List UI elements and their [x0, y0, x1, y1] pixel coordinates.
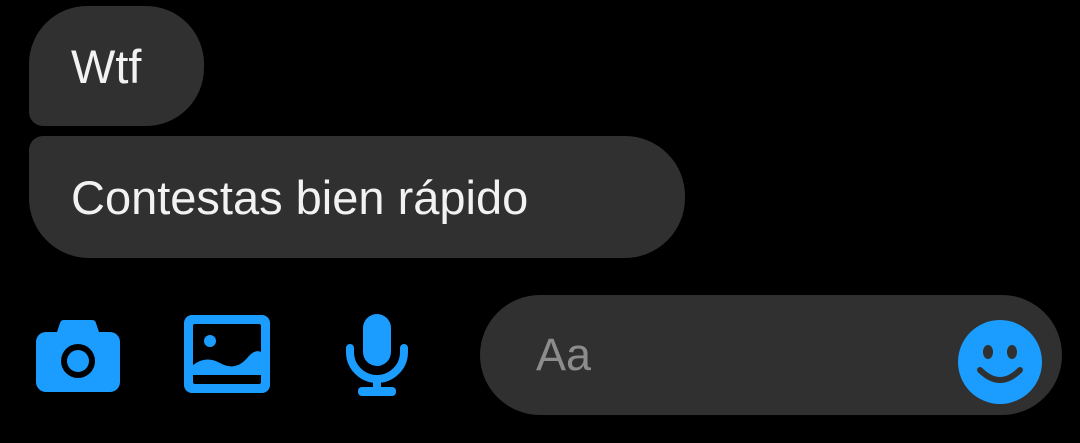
message-text: Wtf: [71, 39, 142, 93]
message-input[interactable]: Aa: [480, 295, 1062, 415]
message-input-placeholder: Aa: [536, 329, 592, 380]
microphone-icon[interactable]: [344, 314, 410, 396]
message-bubble[interactable]: Contestas bien rápido: [29, 136, 685, 258]
message-text: Contestas bien rápido: [71, 170, 529, 224]
camera-icon[interactable]: [34, 316, 122, 394]
chat-screen: Wtf Contestas bien rápido Aa: [0, 0, 1080, 443]
smiley-emoji-icon[interactable]: [958, 320, 1042, 404]
gallery-icon[interactable]: [184, 315, 270, 393]
message-bubble[interactable]: Wtf: [29, 6, 204, 126]
